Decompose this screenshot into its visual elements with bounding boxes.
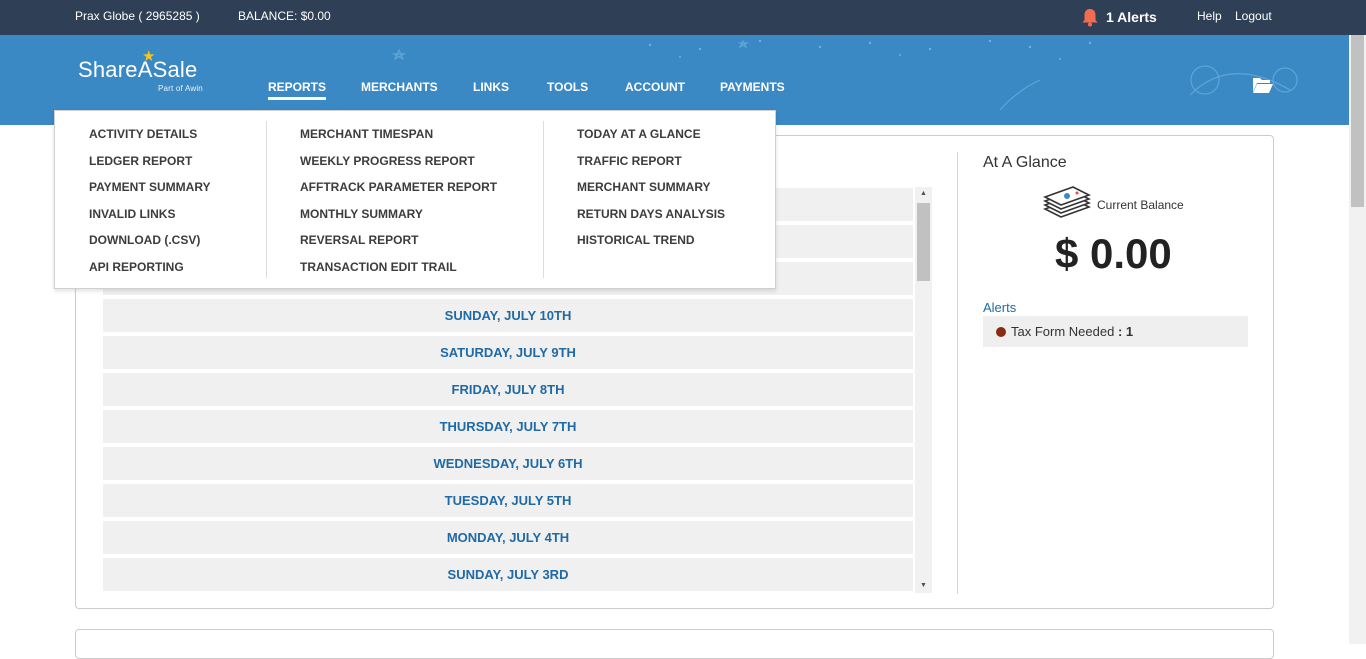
- balance-text: BALANCE: $0.00: [238, 9, 331, 23]
- reports-dropdown: ACTIVITY DETAILS LEDGER REPORT PAYMENT S…: [54, 110, 776, 289]
- folder-open-icon[interactable]: [1252, 76, 1274, 94]
- money-stack-icon: [1043, 186, 1091, 218]
- alert-item-count: 1: [1125, 324, 1134, 339]
- menu-item-historical-trend[interactable]: HISTORICAL TREND: [577, 227, 725, 254]
- menu-item-today-at-a-glance[interactable]: TODAY AT A GLANCE: [577, 121, 725, 148]
- nav-tools[interactable]: TOOLS: [547, 80, 588, 94]
- star-icon: ★: [142, 48, 156, 65]
- current-balance-value: $ 0.00: [1055, 230, 1172, 277]
- day-row[interactable]: SUNDAY, JULY 10TH: [103, 299, 913, 332]
- day-list-scrollbar-thumb[interactable]: [917, 203, 930, 281]
- nav-account[interactable]: ACCOUNT: [625, 80, 685, 94]
- dropdown-column-2: MERCHANT TIMESPAN WEEKLY PROGRESS REPORT…: [300, 121, 497, 281]
- logout-link[interactable]: Logout: [1235, 9, 1272, 23]
- glance-title: At A Glance: [983, 154, 1067, 171]
- current-balance-label: Current Balance: [1097, 198, 1184, 212]
- menu-item-afftrack-parameter-report[interactable]: AFFTRACK PARAMETER REPORT: [300, 174, 497, 201]
- nav-reports[interactable]: REPORTS: [268, 80, 327, 100]
- nav-merchants[interactable]: MERCHANTS: [361, 80, 438, 94]
- alert-item-label: Tax Form Needed: [1011, 324, 1115, 339]
- menu-item-merchant-summary[interactable]: MERCHANT SUMMARY: [577, 174, 725, 201]
- nav-payments[interactable]: PAYMENTS: [720, 80, 785, 94]
- day-row[interactable]: SUNDAY, JULY 3RD: [103, 558, 913, 591]
- menu-item-download-csv[interactable]: DOWNLOAD (.CSV): [89, 227, 211, 254]
- menu-item-activity-details[interactable]: ACTIVITY DETAILS: [89, 121, 211, 148]
- second-card: [75, 629, 1274, 659]
- nav-links[interactable]: LINKS: [473, 80, 509, 94]
- menu-item-transaction-edit-trail[interactable]: TRANSACTION EDIT TRAIL: [300, 254, 497, 281]
- scroll-up-arrow-icon[interactable]: ▲: [915, 187, 932, 201]
- day-row[interactable]: WEDNESDAY, JULY 6TH: [103, 447, 913, 480]
- dropdown-separator: [266, 121, 267, 278]
- dropdown-column-1: ACTIVITY DETAILS LEDGER REPORT PAYMENT S…: [89, 121, 211, 281]
- column-divider: [957, 152, 958, 594]
- menu-item-traffic-report[interactable]: TRAFFIC REPORT: [577, 148, 725, 175]
- menu-item-merchant-timespan[interactable]: MERCHANT TIMESPAN: [300, 121, 497, 148]
- alerts-link[interactable]: 1 Alerts: [1080, 7, 1157, 27]
- alerts-label: Alerts: [983, 300, 1017, 315]
- menu-item-ledger-report[interactable]: LEDGER REPORT: [89, 148, 211, 175]
- day-row[interactable]: MONDAY, JULY 4TH: [103, 521, 913, 554]
- day-row[interactable]: SATURDAY, JULY 9TH: [103, 336, 913, 369]
- page-scrollbar-thumb[interactable]: [1351, 35, 1364, 207]
- alert-dot-icon: [996, 327, 1006, 337]
- account-name: Prax Globe ( 2965285 ): [75, 9, 200, 23]
- page-scrollbar[interactable]: [1349, 35, 1366, 644]
- dropdown-separator: [543, 121, 544, 278]
- bell-icon: [1082, 9, 1098, 27]
- menu-item-weekly-progress-report[interactable]: WEEKLY PROGRESS REPORT: [300, 148, 497, 175]
- logo[interactable]: ★ ShareASale Part of Awin: [78, 48, 203, 93]
- menu-item-monthly-summary[interactable]: MONTHLY SUMMARY: [300, 201, 497, 228]
- day-row[interactable]: TUESDAY, JULY 5TH: [103, 484, 913, 517]
- scroll-down-arrow-icon[interactable]: ▼: [915, 579, 932, 593]
- menu-item-payment-summary[interactable]: PAYMENT SUMMARY: [89, 174, 211, 201]
- brand-sub: Part of Awin: [158, 84, 203, 93]
- help-link[interactable]: Help: [1197, 9, 1222, 23]
- day-row[interactable]: FRIDAY, JULY 8TH: [103, 373, 913, 406]
- alert-item[interactable]: Tax Form Needed : 1: [983, 316, 1248, 347]
- menu-item-invalid-links[interactable]: INVALID LINKS: [89, 201, 211, 228]
- top-bar: Prax Globe ( 2965285 ) BALANCE: $0.00 1 …: [0, 0, 1366, 35]
- menu-item-return-days-analysis[interactable]: RETURN DAYS ANALYSIS: [577, 201, 725, 228]
- menu-item-api-reporting[interactable]: API REPORTING: [89, 254, 211, 281]
- day-list-scrollbar[interactable]: ▲ ▼: [915, 187, 932, 593]
- menu-item-reversal-report[interactable]: REVERSAL REPORT: [300, 227, 497, 254]
- day-row[interactable]: THURSDAY, JULY 7TH: [103, 410, 913, 443]
- brand-name: ShareASale: [78, 57, 198, 82]
- alerts-count: 1 Alerts: [1106, 9, 1157, 25]
- dropdown-column-3: TODAY AT A GLANCE TRAFFIC REPORT MERCHAN…: [577, 121, 725, 254]
